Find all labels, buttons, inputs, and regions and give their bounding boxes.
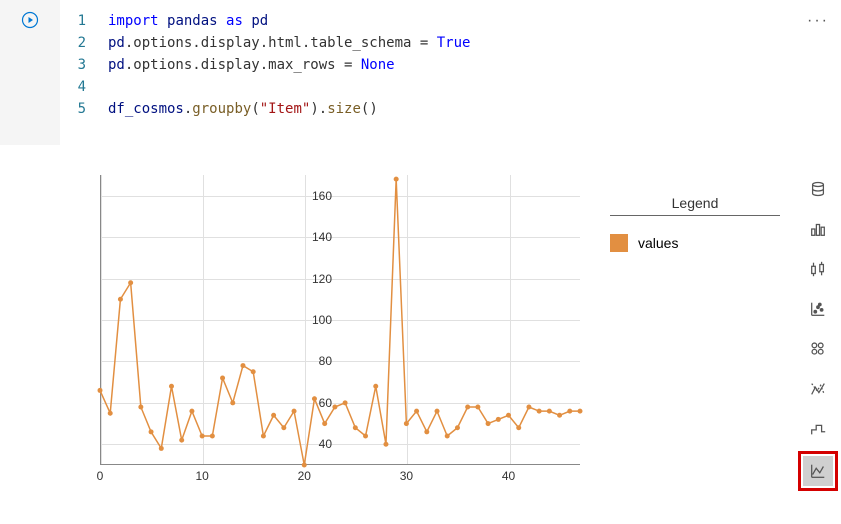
line-number: 3	[60, 54, 108, 76]
y-tick-label: 120	[292, 272, 332, 286]
line-number: 2	[60, 32, 108, 54]
line-number: 4	[60, 76, 108, 98]
code-text[interactable]: import pandas as pd	[108, 10, 268, 32]
legend-item: values	[610, 234, 780, 252]
x-tick-label: 10	[195, 469, 208, 483]
x-tick-label: 30	[400, 469, 413, 483]
data-table-icon[interactable]	[805, 176, 831, 202]
x-tick-label: 40	[502, 469, 515, 483]
y-tick-label: 80	[292, 354, 332, 368]
code-text[interactable]: pd.options.display.html.table_schema = T…	[108, 32, 470, 54]
step-chart-icon[interactable]	[805, 416, 831, 442]
line-number: 1	[60, 10, 108, 32]
line-number: 5	[60, 98, 108, 120]
code-editor[interactable]: 1import pandas as pd2pd.options.display.…	[60, 0, 841, 145]
code-text[interactable]: df_cosmos.groupby("Item").size()	[108, 98, 378, 120]
code-line[interactable]: 4	[60, 76, 841, 98]
chart-legend: Legend values	[610, 195, 780, 252]
x-tick-label: 0	[97, 469, 104, 483]
x-tick-label: 20	[298, 469, 311, 483]
run-cell-button[interactable]	[18, 8, 42, 32]
legend-swatch	[610, 234, 628, 252]
y-tick-label: 140	[292, 230, 332, 244]
y-tick-label: 60	[292, 396, 332, 410]
cell-gutter	[0, 0, 60, 145]
line-chart	[100, 175, 580, 465]
line-chart-icon[interactable]	[803, 456, 833, 486]
scatter-plot-icon[interactable]	[805, 296, 831, 322]
box-plot-icon[interactable]	[805, 256, 831, 282]
code-line[interactable]: 3pd.options.display.max_rows = None	[60, 54, 841, 76]
cell-output: 40 60 80 100 120 140 160 0 10 20 30 40 Legend valu…	[60, 165, 820, 505]
code-text[interactable]: pd.options.display.max_rows = None	[108, 54, 395, 76]
code-line[interactable]: 5df_cosmos.groupby("Item").size()	[60, 98, 841, 120]
chart-plot-area	[100, 175, 580, 465]
y-tick-label: 40	[292, 437, 332, 451]
sparkline-icon[interactable]	[805, 376, 831, 402]
y-tick-label: 100	[292, 313, 332, 327]
legend-separator	[610, 215, 780, 216]
hexbin-icon[interactable]	[805, 336, 831, 362]
code-line[interactable]: 2pd.options.display.html.table_schema = …	[60, 32, 841, 54]
bar-chart-icon[interactable]	[805, 216, 831, 242]
y-tick-label: 160	[292, 189, 332, 203]
legend-series-label: values	[638, 235, 678, 251]
visualization-toolbar	[803, 176, 833, 486]
code-line[interactable]: 1import pandas as pd	[60, 10, 841, 32]
legend-title: Legend	[610, 195, 780, 211]
cell-more-icon[interactable]: ···	[807, 12, 829, 30]
